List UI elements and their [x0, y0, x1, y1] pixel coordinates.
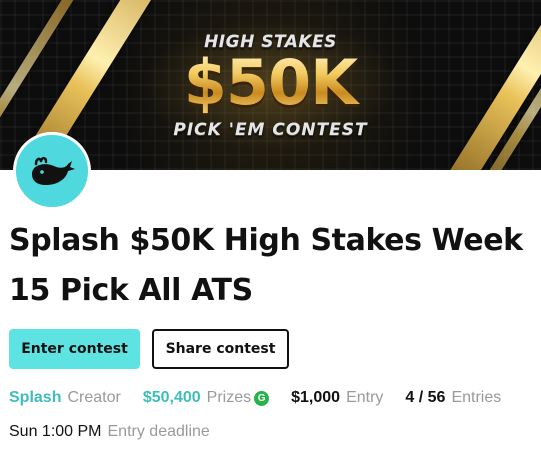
entries-label: Entries [451, 389, 502, 406]
creator-avatar[interactable] [13, 132, 91, 210]
entry-fee-label: Entry [346, 389, 384, 406]
stat-prizes: $50,400 Prizes G [142, 389, 270, 407]
enter-contest-button[interactable]: Enter contest [9, 329, 140, 369]
contest-stats: Splash Creator $50,400 Prizes G $1,000 E… [9, 386, 539, 410]
guaranteed-badge-icon[interactable]: G [254, 390, 270, 406]
stat-entries: 4 / 56 Entries [405, 389, 501, 407]
stat-entry: $1,000 Entry [291, 389, 383, 407]
deadline-label: Entry deadline [107, 423, 210, 440]
prizes-value: $50,400 [142, 389, 201, 406]
creator-label: Creator [67, 389, 121, 406]
contest-title: Splash $50K High Stakes Week 15 Pick All… [9, 223, 523, 308]
prizes-label: Prizes [206, 389, 252, 406]
banner-amount: $50K [0, 50, 541, 116]
entry-fee-value: $1,000 [291, 389, 341, 406]
banner-subheadline: PICK 'EM CONTEST [173, 120, 368, 140]
share-contest-button[interactable]: Share contest [152, 329, 289, 369]
stat-creator: Splash Creator [9, 389, 121, 407]
creator-link[interactable]: Splash [9, 389, 61, 407]
whale-icon [32, 156, 75, 185]
entries-value: 4 / 56 [405, 389, 446, 406]
deadline-value: Sun 1:00 PM [9, 423, 102, 440]
entry-deadline: Sun 1:00 PM Entry deadline [9, 420, 210, 444]
